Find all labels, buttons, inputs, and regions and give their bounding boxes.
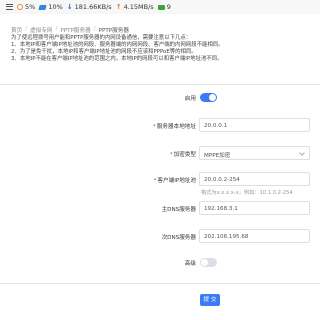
breadcrumb-pptp-section[interactable]: PPTP服务器 bbox=[60, 26, 90, 34]
client-pool-label-text: 客户端IP地址池 bbox=[157, 178, 196, 184]
memory-usage: 10% bbox=[38, 3, 63, 11]
enable-row: 启用 bbox=[0, 92, 320, 108]
server-address-row: *服务器本地地址 20.0.0.1 bbox=[0, 118, 320, 134]
encryption-select[interactable]: MPPE加密 bbox=[199, 146, 310, 160]
primary-dns-label: 主DNS服务器 bbox=[161, 207, 196, 213]
server-address-input[interactable]: 20.0.0.1 bbox=[199, 118, 310, 132]
breadcrumb-home[interactable]: 首页 bbox=[11, 26, 22, 34]
notice-item: 1、本地IP和客户端IP地址池的网段、服务器端的内网网段、客户端的内网网段不能相… bbox=[11, 42, 224, 48]
notice-text: 为了使远程拨号用户能和PPTP服务器的内网设备通信，需要注意以下几点： 1、本地… bbox=[11, 35, 311, 63]
cpu-usage: 5% bbox=[17, 3, 35, 11]
breadcrumb: 首页 / 虚拟专网 / PPTP服务器 / PPTP服务器 bbox=[11, 26, 129, 34]
users-icon bbox=[157, 4, 165, 10]
online-users: 9 bbox=[157, 3, 171, 11]
breadcrumb-vpn[interactable]: 虚拟专网 bbox=[30, 26, 52, 34]
client-pool-hint: 格式为x.x.x.x-x，例如：10.1.0.2-254 bbox=[201, 190, 293, 196]
memory-icon bbox=[38, 4, 47, 10]
upload-rate: ↑ 4.15MB/s bbox=[116, 3, 154, 11]
download-rate: ↓ 181.66KB/s bbox=[67, 3, 112, 11]
toggle-knob bbox=[209, 94, 216, 101]
breadcrumb-current: PPTP服务器 bbox=[98, 28, 129, 34]
upload-arrow-icon: ↑ bbox=[115, 3, 122, 11]
download-arrow-icon: ↓ bbox=[66, 3, 73, 11]
notice-item: 2、为了是免干扰，本地IP和客户端IP地址池的网段不应该和PPPoE等的相同。 bbox=[11, 49, 197, 55]
client-pool-row: *客户端IP地址池 20.0.0.2-254 bbox=[0, 172, 320, 188]
primary-dns-row: 主DNS服务器 192.168.3.1 bbox=[0, 201, 320, 217]
submit-button[interactable]: 提 交 bbox=[200, 294, 220, 306]
required-marker: * bbox=[153, 178, 157, 184]
divider bbox=[0, 84, 320, 85]
cpu-value: 5% bbox=[25, 3, 36, 11]
status-bar: 5% 10% ↓ 181.66KB/s ↑ 4.15MB/s 9 bbox=[0, 0, 320, 14]
memory-value: 10% bbox=[48, 3, 63, 11]
server-address-label-text: 服务器本地地址 bbox=[156, 124, 196, 130]
client-pool-label: *客户端IP地址池 bbox=[154, 176, 196, 184]
chevron-down-icon bbox=[299, 150, 305, 156]
advanced-toggle[interactable] bbox=[200, 258, 217, 267]
required-marker: * bbox=[169, 152, 173, 158]
notice-intro: 为了使远程拨号用户能和PPTP服务器的内网设备通信，需要注意以下几点： bbox=[11, 35, 192, 41]
advanced-label: 高级 bbox=[184, 261, 196, 267]
breadcrumb-separator: / bbox=[25, 26, 28, 32]
encryption-row: *加密类型 MPPE加密 bbox=[0, 146, 320, 162]
divider bbox=[0, 283, 320, 284]
encryption-label: *加密类型 bbox=[170, 150, 196, 158]
breadcrumb-separator: / bbox=[93, 26, 96, 32]
advanced-row: 高级 bbox=[0, 257, 320, 273]
cpu-icon bbox=[17, 4, 23, 10]
encryption-label-text: 加密类型 bbox=[173, 152, 196, 158]
server-address-label: *服务器本地地址 bbox=[153, 122, 196, 130]
secondary-dns-label: 次DNS服务器 bbox=[161, 235, 196, 241]
menu-icon[interactable] bbox=[6, 4, 13, 10]
upload-value: 4.15MB/s bbox=[123, 3, 154, 11]
users-value: 9 bbox=[166, 3, 171, 11]
breadcrumb-separator: / bbox=[55, 26, 58, 32]
secondary-dns-input[interactable]: 202.106.195.68 bbox=[199, 229, 310, 243]
required-marker: * bbox=[153, 124, 156, 130]
secondary-dns-row: 次DNS服务器 202.106.195.68 bbox=[0, 229, 320, 245]
download-value: 181.66KB/s bbox=[74, 3, 112, 11]
toggle-knob bbox=[201, 259, 208, 266]
client-pool-input[interactable]: 20.0.0.2-254 bbox=[199, 172, 310, 186]
primary-dns-input[interactable]: 192.168.3.1 bbox=[199, 201, 310, 215]
enable-label: 启用 bbox=[184, 96, 196, 102]
enable-toggle[interactable] bbox=[200, 93, 217, 102]
notice-item: 3、本地IP不能在客户端IP地址池的范围之内，本地IP的网段可以和客户端IP地址… bbox=[11, 56, 223, 62]
encryption-value: MPPE加密 bbox=[204, 152, 231, 159]
